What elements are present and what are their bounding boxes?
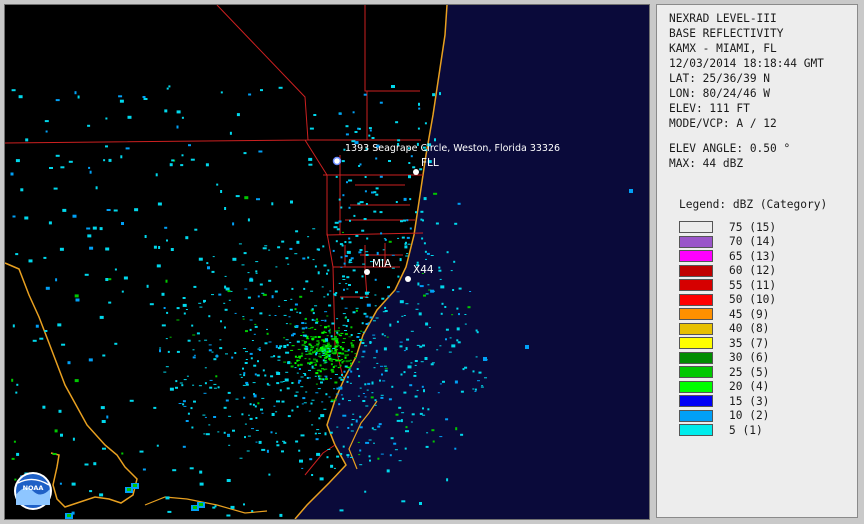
legend-swatch <box>679 337 713 349</box>
legend: 75 (15) 70 (14) 65 (13) 60 (12) 55 (11) 50 (1… <box>679 220 857 437</box>
legend-label: 65 (13) <box>729 249 777 263</box>
legend-swatch <box>679 264 713 277</box>
station-latitude: LAT: 25/36/39 N <box>669 72 771 85</box>
legend-label: 5 (1) <box>729 423 763 437</box>
legend-item: 40 (8) <box>679 322 857 336</box>
product-type: BASE REFLECTIVITY <box>669 27 784 40</box>
elevation-angle: ELEV ANGLE: 0.50 ° <box>669 142 791 155</box>
legend-label: 75 (15) <box>729 220 777 234</box>
legend-swatch <box>679 308 713 320</box>
legend-item: 35 (7) <box>679 336 857 350</box>
legend-label: 40 (8) <box>729 322 770 335</box>
legend-swatch <box>679 250 713 262</box>
radar-map[interactable]: 1393 Seagrape Circle, Weston, Florida 33… <box>4 4 650 520</box>
legend-swatch <box>679 395 713 407</box>
legend-item: 55 (11) <box>679 278 857 292</box>
mode-vcp: MODE/VCP: A / 12 <box>669 117 777 130</box>
station-elevation: ELEV: 111 FT <box>669 102 750 115</box>
legend-label: 45 (9) <box>729 307 770 321</box>
product-name: NEXRAD LEVEL-III <box>669 12 777 25</box>
x44-label: X44 <box>413 264 434 276</box>
legend-label: 35 (7) <box>729 336 770 350</box>
scan-datetime: 12/03/2014 18:18:44 GMT <box>669 57 824 70</box>
legend-item: 10 (2) <box>679 409 857 423</box>
legend-label: 10 (2) <box>729 409 770 422</box>
legend-label: 30 (6) <box>729 351 770 364</box>
legend-label: 60 (12) <box>729 264 777 277</box>
address-label: 1393 Seagrape Circle, Weston, Florida 33… <box>345 143 560 154</box>
station-name: KAMX - MIAMI, FL <box>669 42 777 55</box>
legend-swatch <box>679 424 713 436</box>
legend-swatch <box>679 279 713 291</box>
station-longitude: LON: 80/24/46 W <box>669 87 771 100</box>
legend-item: 15 (3) <box>679 394 857 408</box>
legend-label: 70 (14) <box>729 235 777 248</box>
legend-swatch <box>679 380 713 393</box>
legend-swatch <box>679 366 713 378</box>
legend-item: 70 (14) <box>679 235 857 249</box>
legend-swatch <box>679 221 713 233</box>
noaa-logo: NOAA <box>14 472 52 510</box>
legend-item: 65 (13) <box>679 249 857 263</box>
legend-label: 20 (4) <box>729 380 770 393</box>
legend-label: 15 (3) <box>729 394 770 408</box>
legend-label: 25 (5) <box>729 365 770 379</box>
info-panel: NEXRAD LEVEL-III BASE REFLECTIVITY KAMX … <box>656 4 858 518</box>
legend-swatch <box>679 293 713 306</box>
legend-title: Legend: dBZ (Category) <box>679 198 828 211</box>
legend-item: 60 (12) <box>679 264 857 278</box>
legend-item: 50 (10) <box>679 293 857 307</box>
mia-label: MIA <box>372 258 392 270</box>
legend-swatch <box>679 409 713 422</box>
legend-swatch <box>679 351 713 364</box>
legend-item: 75 (15) <box>679 220 857 234</box>
max-reflectivity: MAX: 44 dBZ <box>669 157 744 170</box>
legend-label: 50 (10) <box>729 293 777 306</box>
legend-item: 25 (5) <box>679 365 857 379</box>
noaa-logo-text: NOAA <box>23 484 44 492</box>
legend-item: 45 (9) <box>679 307 857 321</box>
legend-item: 30 (6) <box>679 351 857 365</box>
legend-item: 20 (4) <box>679 380 857 394</box>
fll-label: FLL <box>421 157 439 169</box>
legend-swatch <box>679 235 713 248</box>
legend-swatch <box>679 322 713 335</box>
legend-item: 5 (1) <box>679 423 857 437</box>
legend-label: 55 (11) <box>729 278 777 292</box>
